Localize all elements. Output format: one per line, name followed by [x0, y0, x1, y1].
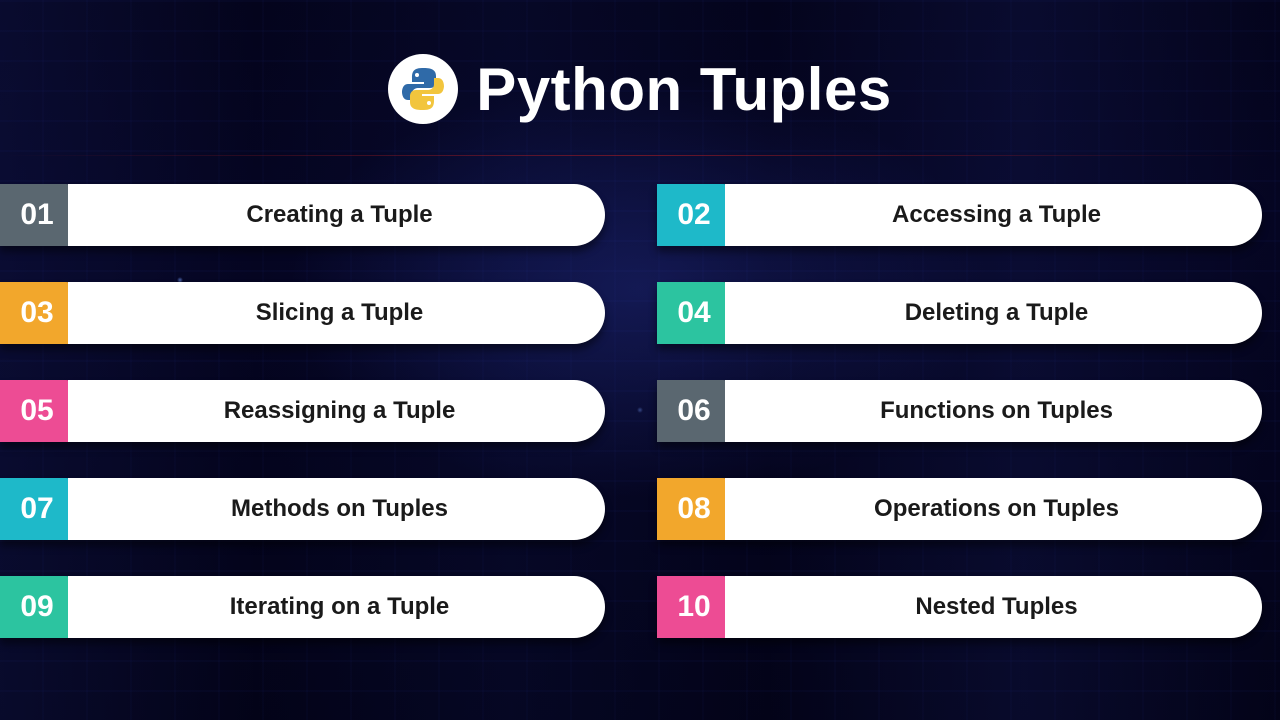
topic-item-07: 07 Methods on Tuples: [0, 478, 605, 540]
topic-label: Functions on Tuples: [880, 397, 1113, 425]
topic-number: 04: [657, 282, 731, 344]
topic-label: Operations on Tuples: [874, 495, 1119, 523]
topic-label-pill: Functions on Tuples: [725, 380, 1262, 442]
topic-number: 03: [0, 282, 74, 344]
topic-label: Accessing a Tuple: [892, 201, 1101, 229]
topic-label: Methods on Tuples: [231, 495, 448, 523]
topics-grid: 01 Creating a Tuple 02 Accessing a Tuple 03 S…: [0, 154, 1280, 638]
topic-item-02: 02 Accessing a Tuple: [657, 184, 1262, 246]
topic-number: 02: [657, 184, 731, 246]
page-title: Python Tuples: [476, 55, 891, 124]
topic-label-pill: Nested Tuples: [725, 576, 1262, 638]
topic-item-08: 08 Operations on Tuples: [657, 478, 1262, 540]
topic-label-pill: Accessing a Tuple: [725, 184, 1262, 246]
topic-number: 07: [0, 478, 74, 540]
topic-label: Reassigning a Tuple: [224, 397, 456, 425]
topic-number: 06: [657, 380, 731, 442]
topic-label-pill: Iterating on a Tuple: [68, 576, 605, 638]
topic-label: Iterating on a Tuple: [230, 593, 450, 621]
topic-label: Slicing a Tuple: [256, 299, 424, 327]
topic-label: Deleting a Tuple: [905, 299, 1089, 327]
topic-label-pill: Operations on Tuples: [725, 478, 1262, 540]
topic-item-10: 10 Nested Tuples: [657, 576, 1262, 638]
topic-label-pill: Reassigning a Tuple: [68, 380, 605, 442]
topic-number: 05: [0, 380, 74, 442]
topic-label: Creating a Tuple: [246, 201, 432, 229]
topic-label-pill: Slicing a Tuple: [68, 282, 605, 344]
topic-label-pill: Deleting a Tuple: [725, 282, 1262, 344]
topic-number: 09: [0, 576, 74, 638]
topic-item-05: 05 Reassigning a Tuple: [0, 380, 605, 442]
topic-item-06: 06 Functions on Tuples: [657, 380, 1262, 442]
python-snakes-icon: [398, 64, 448, 114]
topic-label-pill: Methods on Tuples: [68, 478, 605, 540]
topic-number: 10: [657, 576, 731, 638]
topic-item-09: 09 Iterating on a Tuple: [0, 576, 605, 638]
topic-item-04: 04 Deleting a Tuple: [657, 282, 1262, 344]
python-logo-icon: [388, 54, 458, 124]
topic-item-03: 03 Slicing a Tuple: [0, 282, 605, 344]
page-header: Python Tuples: [0, 0, 1280, 154]
topic-number: 08: [657, 478, 731, 540]
topic-label-pill: Creating a Tuple: [68, 184, 605, 246]
topic-number: 01: [0, 184, 74, 246]
topic-label: Nested Tuples: [915, 593, 1077, 621]
topic-item-01: 01 Creating a Tuple: [0, 184, 605, 246]
